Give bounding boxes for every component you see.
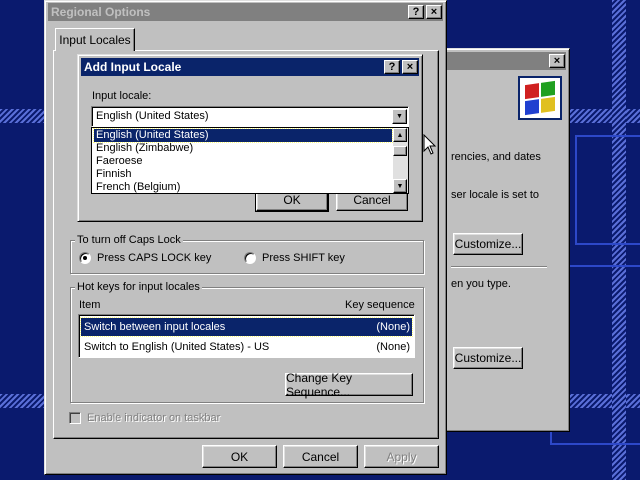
add-input-locale-dialog[interactable]: Add Input Locale ? × Input locale: Engli… xyxy=(77,54,423,222)
hotkeys-list[interactable]: Switch between input locales (None) Swit… xyxy=(78,314,415,358)
column-header-item: Item xyxy=(79,299,101,311)
list-item[interactable]: Faeroese xyxy=(94,155,392,168)
hotkey-row[interactable]: Switch to English (United States) - US (… xyxy=(81,338,412,356)
background-window-titlebar xyxy=(444,52,566,70)
background-window-controls: × xyxy=(549,54,565,68)
close-icon[interactable]: × xyxy=(549,54,565,68)
column-header-key-sequence: Key sequence xyxy=(345,299,415,311)
scroll-down-icon[interactable]: ▼ xyxy=(393,179,407,193)
input-locale-label: Input locale: xyxy=(92,90,152,102)
tab-label: Input Locales xyxy=(59,33,131,47)
add-input-locale-titlebar: Add Input Locale xyxy=(81,58,419,76)
list-item[interactable]: French (Belgium) xyxy=(94,181,392,194)
dialog-title: Add Input Locale xyxy=(84,60,182,74)
divider xyxy=(451,266,547,268)
ok-button[interactable]: OK xyxy=(202,445,277,468)
enable-indicator-label: Enable indicator on taskbar xyxy=(87,412,221,424)
input-locale-value: English (United States) xyxy=(96,110,209,122)
hotkey-item: Switch to English (United States) - US xyxy=(84,341,270,353)
type-text: en you type. xyxy=(451,278,511,290)
tab-input-locales[interactable]: Input Locales xyxy=(55,28,135,51)
list-item[interactable]: English (United States) xyxy=(93,128,393,143)
user-locale-text: ser locale is set to xyxy=(451,189,540,201)
cancel-button-label: Cancel xyxy=(301,449,340,464)
cancel-button[interactable]: Cancel xyxy=(283,445,358,468)
windows-logo-icon xyxy=(518,76,562,120)
window-title: Regional Options xyxy=(51,5,151,19)
caps-lock-group-label: To turn off Caps Lock xyxy=(75,234,183,246)
dialog-controls: ? × xyxy=(384,60,418,74)
apply-button-label: Apply xyxy=(386,449,417,464)
list-scrollbar[interactable]: ▲ ▼ xyxy=(393,128,408,193)
background-window[interactable]: × rencies, and dates ser locale is set t… xyxy=(440,48,570,432)
close-icon[interactable]: × xyxy=(426,5,442,19)
enable-indicator-checkbox[interactable] xyxy=(69,412,81,424)
hotkey-key: (None) xyxy=(376,321,410,333)
help-icon[interactable]: ? xyxy=(408,5,424,19)
currencies-text: rencies, and dates xyxy=(451,151,541,163)
ok-button-label: OK xyxy=(230,449,249,464)
list-item[interactable]: English (Zimbabwe) xyxy=(94,142,392,155)
customize-button-label: Customize... xyxy=(454,237,522,251)
apply-button[interactable]: Apply xyxy=(364,445,439,468)
caps-lock-radio-label[interactable]: Press CAPS LOCK key xyxy=(97,252,211,264)
mouse-cursor-icon xyxy=(423,134,437,155)
scroll-up-icon[interactable]: ▲ xyxy=(393,128,407,142)
hotkey-row[interactable]: Switch between input locales (None) xyxy=(80,317,413,337)
help-icon[interactable]: ? xyxy=(384,60,400,74)
customize-button[interactable]: Customize... xyxy=(453,233,523,255)
customize-button[interactable]: Customize... xyxy=(453,347,523,369)
shift-radio[interactable] xyxy=(244,252,256,264)
regional-options-titlebar: Regional Options xyxy=(48,3,443,21)
desktop-outline xyxy=(575,135,640,245)
input-locale-dropdown[interactable]: English (United States) ▼ xyxy=(91,106,409,127)
hotkeys-group-label: Hot keys for input locales xyxy=(75,281,202,293)
shift-radio-label[interactable]: Press SHIFT key xyxy=(262,252,345,264)
close-icon[interactable]: × xyxy=(402,60,418,74)
input-locale-list[interactable]: English (United States) English (Zimbabw… xyxy=(91,127,409,194)
scroll-thumb[interactable] xyxy=(393,146,407,156)
chevron-down-icon[interactable]: ▼ xyxy=(392,109,407,124)
window-controls: ? × xyxy=(408,5,442,19)
cancel-button-label: Cancel xyxy=(353,193,391,207)
hotkey-key: (None) xyxy=(376,341,410,353)
customize-button-label: Customize... xyxy=(454,351,522,365)
hotkey-item: Switch between input locales xyxy=(84,321,226,333)
ok-button-label: OK xyxy=(283,193,301,207)
list-item[interactable]: Finnish xyxy=(94,168,392,181)
change-key-sequence-label: Change Key Sequence... xyxy=(286,370,353,399)
caps-lock-radio[interactable] xyxy=(79,252,91,264)
change-key-sequence-button[interactable]: Change Key Sequence... xyxy=(285,370,413,399)
